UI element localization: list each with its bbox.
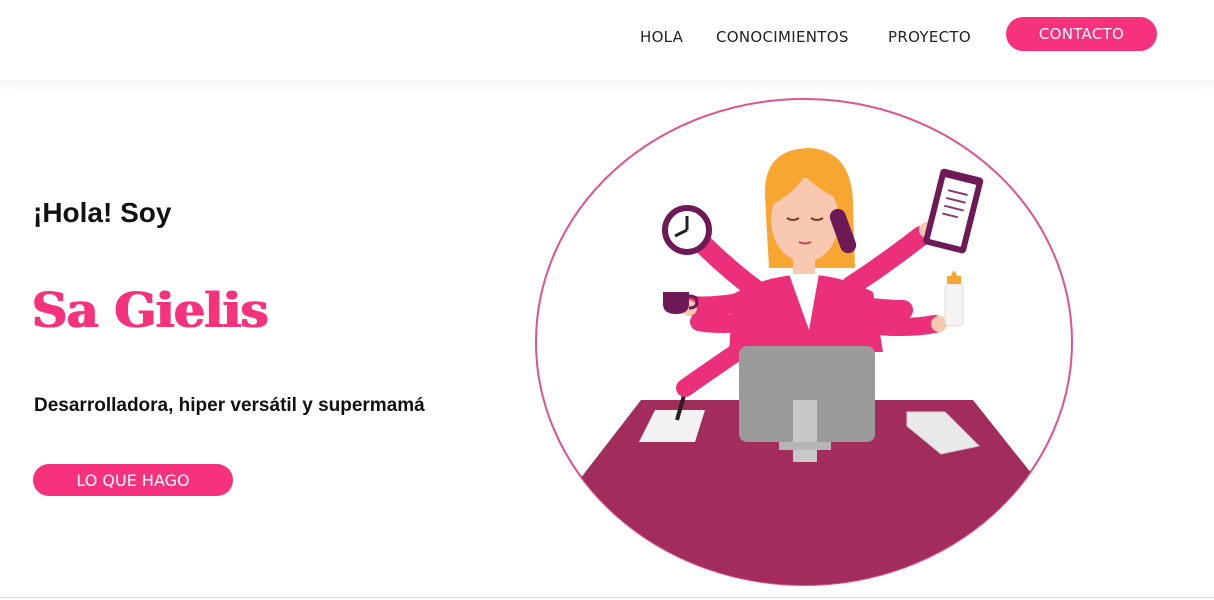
hero-tagline: Desarrolladora, hiper versátil y superma… [34, 395, 425, 416]
contact-button[interactable]: CONTACTO [1006, 17, 1157, 51]
coffee-cup-icon [663, 292, 689, 314]
hero-name: Sa Gielis [32, 283, 268, 339]
nav-link-conocimientos[interactable]: CONOCIMIENTOS [716, 28, 849, 46]
multitasking-woman-illustration [535, 98, 1073, 586]
baby-bottle-icon [944, 271, 964, 327]
nav-link-hola[interactable]: HOLA [640, 28, 683, 46]
what-i-do-button[interactable]: LO QUE HAGO [33, 464, 233, 496]
nav-link-proyecto[interactable]: PROYECTO [888, 28, 971, 46]
hero-greeting: ¡Hola! Soy [33, 197, 172, 228]
section-divider [0, 597, 1214, 598]
navbar: HOLA CONOCIMIENTOS PROYECTO CONTACTO [0, 0, 1214, 80]
